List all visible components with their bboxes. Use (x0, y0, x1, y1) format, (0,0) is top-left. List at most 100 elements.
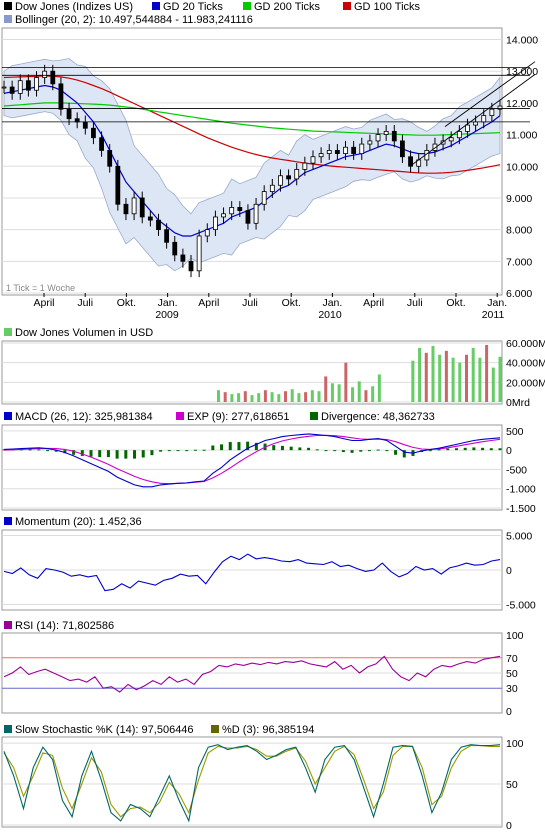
legend-swatch-gd20 (152, 2, 160, 10)
price-candle (383, 130, 389, 135)
divergence-bar (359, 450, 363, 452)
price-tick-label: 12.000 (506, 98, 538, 110)
divergence-bar (89, 450, 93, 457)
price-candle (74, 118, 80, 123)
momentum-tick-label: -5.000 (506, 600, 536, 612)
divergence-bar (472, 447, 476, 451)
price-candle (367, 140, 373, 145)
divergence-bar (159, 450, 163, 452)
x-tick-label: April (363, 297, 384, 309)
price-candle (245, 210, 251, 224)
divergence-bar (498, 448, 502, 451)
volume-bar (344, 362, 348, 402)
x-tick-label: Okt. (446, 297, 465, 309)
volume-bar (491, 367, 495, 402)
volume-bar (310, 390, 314, 402)
volume-tick-label: 0Mrd (506, 397, 530, 409)
x-tick-label: Juli (407, 297, 423, 309)
price-candle (180, 254, 186, 262)
divergence-bar (298, 447, 302, 451)
divergence-bar (176, 450, 180, 452)
volume-bar (377, 374, 381, 402)
price-y-ticks: 14.000 13.000 12.000 11.000 10.000 9.000 8.000… (506, 35, 538, 300)
x-tick-label: Okt. (117, 297, 136, 309)
stochastic-tick-label: 50 (506, 779, 518, 791)
volume-bar (270, 392, 274, 402)
volume-bar (418, 347, 422, 402)
volume-bar (277, 394, 281, 402)
price-candle (99, 137, 104, 151)
price-candle (25, 80, 31, 91)
price-candle (351, 146, 357, 154)
legend-label-gd20: GD 20 Ticks (163, 1, 223, 13)
stochastic-tick-label: 0 (506, 820, 512, 832)
price-panel: Dow Jones (Indizes US) GD 20 Ticks GD 20… (1, 1, 538, 321)
volume-bar (324, 376, 328, 402)
x-tick-label: April (33, 297, 54, 309)
x-tick-label: Jan. (487, 297, 507, 309)
volume-panel: Dow Jones Volumen in USD 60.000M 40.000M 2… (1, 327, 545, 409)
price-candle (294, 169, 300, 180)
legend-swatch-bollinger (4, 15, 12, 23)
volume-bar (364, 390, 368, 402)
x-tick-label: Jan. (158, 297, 178, 309)
rsi-tick-label: 50 (506, 668, 518, 680)
macd-panel: MACD (26, 12): 325,981384 EXP (9): 277,6… (1, 411, 536, 515)
price-candle (302, 162, 308, 170)
divergence-bar (115, 450, 119, 459)
price-candle (204, 229, 210, 237)
volume-bar (411, 360, 415, 402)
price-candle (147, 216, 153, 221)
price-candle (164, 229, 170, 243)
legend-swatch-price (4, 2, 12, 10)
divergence-bar (394, 450, 398, 455)
price-candle (326, 150, 332, 154)
price-tick-label: 6.000 (506, 288, 532, 300)
price-candle (448, 137, 454, 142)
dow-jones-chart-root: Dow Jones (Indizes US) GD 20 Ticks GD 20… (1, 1, 545, 832)
price-candle (261, 191, 267, 205)
price-candle (343, 146, 348, 154)
price-tick-label: 14.000 (506, 35, 538, 47)
price-candle (473, 121, 479, 126)
volume-tick-label: 60.000M (506, 338, 545, 350)
price-candle (123, 203, 129, 215)
divergence-bar (307, 447, 311, 451)
divergence-bar (376, 449, 380, 451)
volume-bar (223, 392, 227, 402)
divergence-bar (289, 446, 293, 451)
price-tick-label: 11.000 (506, 130, 537, 142)
divergence-bar (106, 450, 110, 458)
x-tick-label: Jan. (322, 297, 342, 309)
price-candle (375, 134, 381, 142)
divergence-bar (133, 450, 137, 459)
price-candle (229, 207, 235, 215)
x-tick-label: April (198, 297, 219, 309)
price-candle (318, 153, 324, 158)
price-candle (456, 130, 462, 139)
divergence-bar (481, 447, 485, 451)
divergence-bar (211, 445, 215, 451)
divergence-bar (228, 442, 232, 451)
momentum-y-ticks: 5.000 0 -5.000 (506, 530, 536, 611)
price-x-ticks: April Juli Okt. Jan. April Juli Okt. Jan. April J… (33, 293, 507, 321)
volume-bar (284, 391, 288, 402)
divergence-bar (454, 448, 458, 451)
stochastic-plot-area (1, 736, 503, 828)
divergence-bar (220, 444, 224, 451)
stochastic-panel: Slow Stochastic %K (14): 97,506446 %D (3… (1, 724, 524, 832)
price-candle (42, 70, 48, 78)
legend-swatch-gd100 (343, 2, 351, 10)
price-candle (465, 124, 470, 132)
momentum-tick-label: 5.000 (506, 530, 532, 542)
price-candle (17, 80, 23, 94)
divergence-bar (428, 450, 432, 452)
price-candle (1, 86, 7, 89)
divergence-bar (280, 445, 284, 451)
macd-tick-label: -1.500 (506, 503, 536, 515)
rsi-tick-label: 70 (506, 653, 518, 665)
price-candle (34, 77, 39, 91)
rsi-y-ticks: 100 70 50 30 0 (506, 630, 524, 718)
price-candle (66, 108, 72, 120)
price-candle (107, 150, 113, 167)
